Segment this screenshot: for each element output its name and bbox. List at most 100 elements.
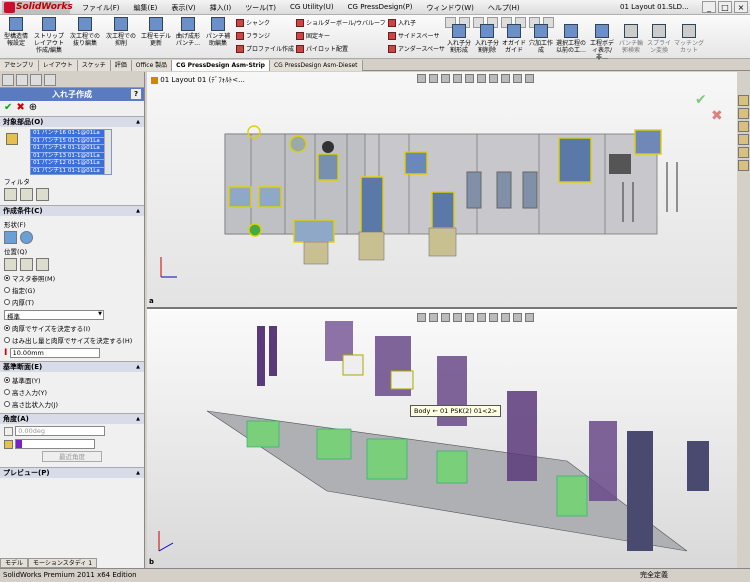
pilot-icon [296,44,304,53]
config-manager-icon[interactable] [30,74,42,86]
ribbon-button-process-model-update[interactable]: 工程モデル更新 [140,17,172,57]
ribbon-button-prev-process[interactable]: 選択工程の以前の工… [556,24,586,57]
ribbon-item-under-spacer[interactable]: アンダースペーサ [388,44,445,53]
target-parts-list[interactable]: 01 パンチ16 01-1@01La 01 パンチ15 01-1@01La 01… [30,129,112,175]
ribbon-button-hole-create[interactable]: 穴加工作成 [528,24,554,57]
ok-button[interactable]: ✔ [4,102,12,114]
ribbon-button-bend-punch[interactable]: 曲げ成形パンチ… [174,17,202,57]
position-c-icon[interactable] [36,258,49,271]
menu-view[interactable]: 表示(V) [169,2,197,14]
viewport-bottom[interactable]: Body ← 01 PSK(2) 01<2> b [147,311,737,568]
creation-conditions-header[interactable]: 作成条件(C) [0,206,144,216]
shape-label: 形状(F) [4,221,26,229]
menu-help[interactable]: ヘルプ(H) [486,2,522,14]
angle-input[interactable]: 0.00deg [15,426,106,436]
list-item[interactable]: 01 パンチ15 01-1@01La [31,137,111,145]
ribbon-button-next-process-cut[interactable]: 次工程での抑削 [104,17,138,57]
solidworks-logo[interactable]: SolidWorks [2,1,73,14]
ribbon-button-strip-layout[interactable]: ストリップレイアウト作成/編集 [32,17,66,57]
minimize-button[interactable]: _ [702,1,716,13]
list-scrollbar[interactable] [104,130,111,174]
radio-base-plane[interactable]: 基準面(Y) [4,374,140,386]
tab-model[interactable]: モデル [0,558,29,568]
tab-asm-dieset[interactable]: CG PressDesign Asm-Dieset [269,60,363,71]
ribbon-item-pilot[interactable]: パイロット配置 [296,44,348,53]
radio-height-input[interactable]: 高さ入力(Y) [4,386,140,398]
ribbon-button-body-toggle[interactable]: 工程ボディ表示/非… [588,24,616,61]
radio-height-ratio[interactable]: 高さ比状入力(J) [4,398,140,410]
ribbon-item-shank[interactable]: シャンク [236,18,270,27]
filter-part-icon[interactable] [4,188,17,201]
menu-file[interactable]: ファイル(F) [80,2,122,14]
ribbon-item-profile[interactable]: プロファイル作成 [236,44,294,53]
list-item[interactable]: 01 パンチ14 01-1@01La [31,145,111,153]
ribbon-button-matching-cut[interactable]: マッチングカット [674,24,704,57]
ribbon-item-flange[interactable]: フランジ [236,31,270,40]
radio-master-ref[interactable]: マスタ参照(M) [4,272,140,284]
resources-icon[interactable] [738,95,749,106]
menu-cg-utility[interactable]: CG Utility(U) [288,2,336,14]
ribbon-button-punch-search[interactable]: パンチ輪郭検索 [618,24,644,57]
ribbon-item-insert[interactable]: 入れ子 [388,18,416,27]
tab-office[interactable]: Office 製品 [131,60,173,71]
list-item[interactable]: 01 パンチ16 01-1@01La [31,130,111,138]
list-item[interactable]: 01 パンチ11 01-1@01La [31,167,111,174]
standard-combo[interactable]: 標準 [4,310,104,321]
ribbon-button-spline[interactable]: スプライン変換 [646,24,672,57]
pushpin-button[interactable]: ⊕ [29,102,37,114]
angle-reference-field[interactable] [15,439,96,449]
appearance-icon[interactable] [44,74,56,86]
ribbon-item-side-spacer[interactable]: サイドスペーサ [388,31,439,40]
ribbon-button-punch-aux[interactable]: パンチ補助編集 [204,17,232,57]
recent-angle-button[interactable]: 最近角度 [42,451,102,462]
shape-rect-icon[interactable] [4,231,17,244]
tab-assembly[interactable]: アセンブリ [0,60,39,71]
ribbon-button-insert-split-form[interactable]: 入れ子分割形成 [446,24,472,57]
shape-round-icon[interactable] [20,231,33,244]
filter-face-icon[interactable] [20,188,33,201]
menu-cg-pressdesign[interactable]: CG PressDesign(P) [346,2,415,14]
menu-tools[interactable]: ツール(T) [243,2,278,14]
viewport-top[interactable]: 01 Layout 01 (ﾃﾞﾌｫﾙﾄ<... ✔ ✖ a [147,72,737,309]
close-button[interactable]: × [734,1,748,13]
tab-motion-study[interactable]: モーションスタディ 1 [28,558,98,568]
tab-evaluate[interactable]: 評価 [110,60,132,71]
reference-section-header[interactable]: 基準断面(E) [0,362,144,372]
radio-thickness[interactable]: 内厚(T) [4,296,140,308]
position-a-icon[interactable] [4,258,17,271]
ribbon-button-next-process-edit[interactable]: 次工程での抜り編集 [68,17,102,57]
property-manager-icon[interactable] [16,74,28,86]
help-button[interactable]: ? [131,89,141,99]
tab-asm-strip[interactable]: CG PressDesign Asm-Strip [172,60,270,71]
ribbon-button-mold-info[interactable]: 型構造情報設定 [2,17,30,57]
ribbon-item-fixed-key[interactable]: 固定キー [296,31,330,40]
list-item[interactable]: 01 パンチ12 01-1@01La [31,160,111,168]
radio-size-by-thickness[interactable]: 肉厚でサイズを決定する(I) [4,322,140,334]
file-explorer-icon[interactable] [738,121,749,132]
maximize-button[interactable]: □ [718,1,732,13]
list-item[interactable]: 01 パンチ13 01-1@01La [31,152,111,160]
custom-properties-icon[interactable] [738,160,749,171]
ribbon-button-insert-split-delete[interactable]: 入れ子分割削除 [474,24,500,57]
radio-specify[interactable]: 指定(G) [4,284,140,296]
view-palette-icon[interactable] [738,134,749,145]
filter-body-icon[interactable] [36,188,49,201]
angle-header[interactable]: 角度(A) [0,414,144,424]
radio-size-by-overhang[interactable]: はみ出し量と肉厚でサイズを決定する(H) [4,334,140,346]
appearances-icon[interactable] [738,147,749,158]
design-library-icon[interactable] [738,108,749,119]
tab-sketch[interactable]: スケッチ [77,60,111,71]
thickness-input[interactable]: 10.00mm [9,348,100,358]
feature-manager-icon[interactable] [2,74,14,86]
ribbon-button-guide[interactable]: オガイドガイド [502,24,526,57]
tab-layout[interactable]: レイアウト [38,60,78,71]
cancel-button[interactable]: ✖ [16,102,24,114]
graphics-area[interactable]: 01 Layout 01 (ﾃﾞﾌｫﾙﾄ<... ✔ ✖ a Body ← 01… [147,72,737,568]
ribbon-item-shoulder-bolt[interactable]: ショルダーボール/ウバルーフ [296,18,386,27]
position-b-icon[interactable] [20,258,33,271]
target-parts-header[interactable]: 対象部品(O) [0,117,144,127]
menu-window[interactable]: ウィンドウ(W) [424,2,475,14]
menu-edit[interactable]: 編集(E) [132,2,160,14]
preview-header[interactable]: プレビュー(P) [0,468,144,478]
menu-insert[interactable]: 挿入(I) [208,2,234,14]
